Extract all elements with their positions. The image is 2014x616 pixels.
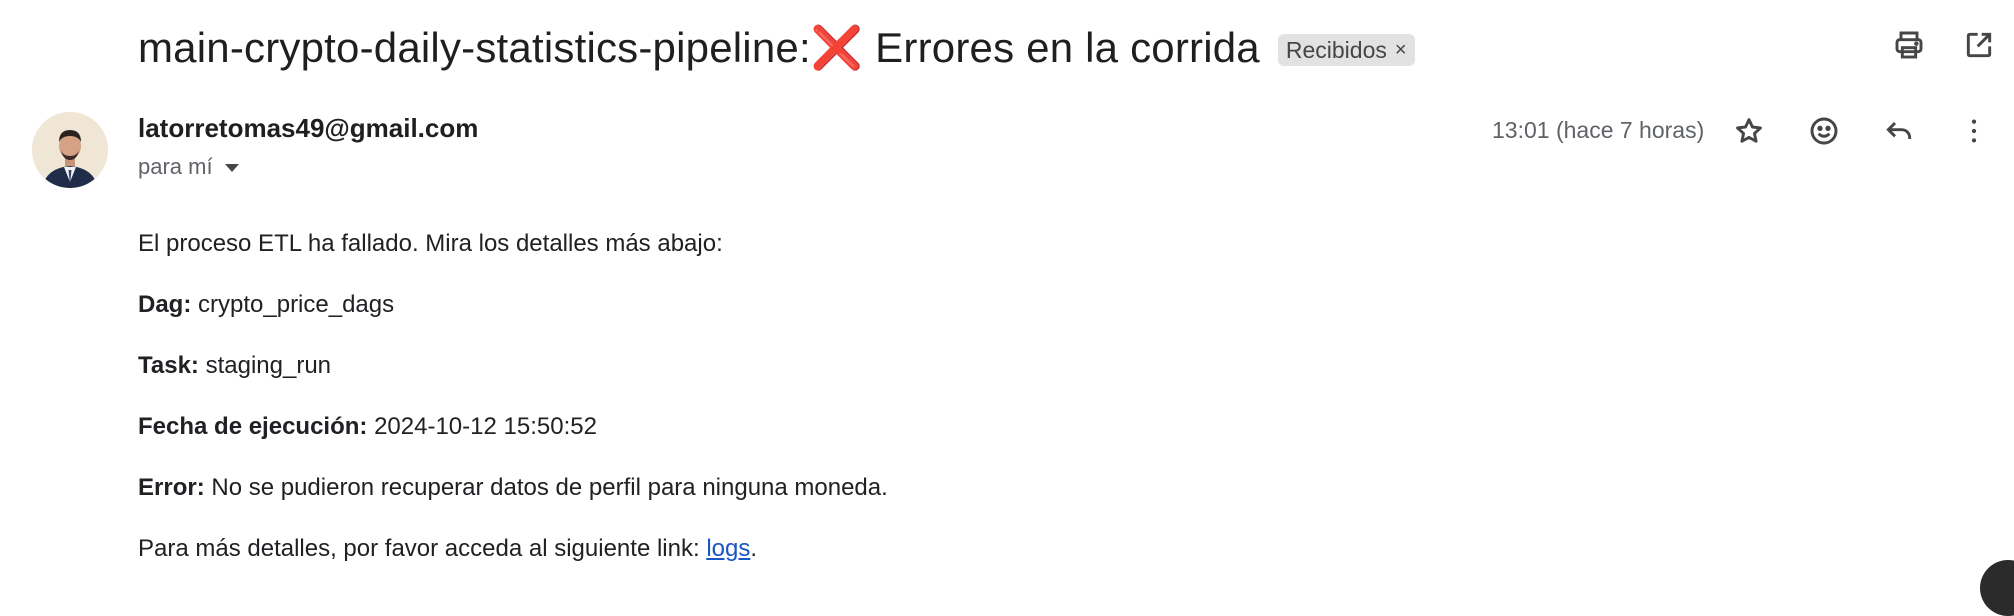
subject-suffix: Errores en la corrida	[863, 23, 1260, 71]
sender-email[interactable]: latorretomas49@gmail.com	[138, 113, 478, 144]
message-timestamp: 13:01 (hace 7 horas)	[1492, 117, 1705, 143]
body-details-line: Para más detalles, por favor acceda al s…	[138, 533, 888, 594]
remove-label-button[interactable]: ×	[1395, 39, 1407, 62]
error-value: No se pudieron recuperar datos de perfil…	[204, 474, 888, 501]
label-chip-inbox[interactable]: Recibidos ×	[1277, 34, 1415, 66]
sender-avatar[interactable]	[32, 112, 108, 188]
error-label: Error:	[138, 474, 205, 501]
floating-action-button[interactable]	[1980, 560, 2014, 616]
message-actions	[1732, 114, 1991, 148]
body-intro: El proceso ETL ha fallado. Mira los deta…	[138, 230, 723, 257]
body-dag-line: Dag: crypto_price_dags	[138, 289, 888, 350]
thread-actions	[1892, 28, 1996, 62]
label-chip-text: Recibidos	[1285, 36, 1387, 63]
subject-prefix: main-crypto-daily-statistics-pipeline:	[138, 23, 811, 71]
task-value: staging_run	[198, 352, 332, 379]
chevron-down-icon[interactable]	[224, 164, 239, 172]
person-photo-icon	[32, 112, 108, 188]
logs-link[interactable]: logs	[706, 535, 750, 562]
print-icon[interactable]	[1892, 28, 1926, 62]
fecha-label: Fecha de ejecución:	[138, 413, 368, 440]
body-fecha-line: Fecha de ejecución: 2024-10-12 15:50:52	[138, 411, 888, 472]
star-icon[interactable]	[1732, 114, 1766, 148]
open-in-new-window-icon[interactable]	[1962, 28, 1996, 62]
emoji-reaction-icon[interactable]	[1807, 114, 1841, 148]
more-vert-icon[interactable]	[1957, 114, 1991, 148]
cross-mark-emoji: ❌	[810, 23, 864, 71]
dag-value: crypto_price_dags	[191, 291, 395, 318]
body-error-line: Error: No se pudieron recuperar datos de…	[138, 472, 888, 533]
body-task-line: Task: staging_run	[138, 350, 888, 411]
dag-label: Dag:	[138, 291, 192, 318]
recipient-details-toggle[interactable]: para mí	[138, 154, 239, 180]
details-suffix: .	[750, 535, 758, 562]
reply-icon[interactable]	[1882, 114, 1916, 148]
email-body: El proceso ETL ha fallado. Mira los deta…	[138, 228, 888, 594]
details-prefix: Para más detalles, por favor acceda al s…	[138, 535, 707, 562]
email-subject: main-crypto-daily-statistics-pipeline:❌ …	[138, 22, 1415, 74]
fecha-value: 2024-10-12 15:50:52	[367, 413, 597, 440]
recipient-text: para mí	[138, 154, 213, 179]
subject-text: main-crypto-daily-statistics-pipeline:❌ …	[138, 24, 1260, 73]
task-label: Task:	[138, 352, 199, 379]
